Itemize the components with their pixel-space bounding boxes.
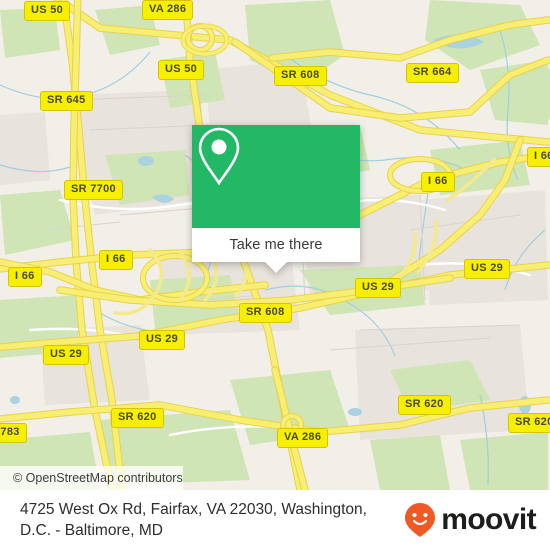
location-callout-card[interactable]: Take me there <box>192 125 360 273</box>
map-pin-icon <box>198 127 240 186</box>
road-shield: SR 645 <box>40 91 93 111</box>
map-attribution[interactable]: © OpenStreetMap contributors <box>0 466 183 490</box>
take-me-there-label: Take me there <box>229 237 323 253</box>
road-shield: I 66 <box>421 172 455 192</box>
road-shield: US 29 <box>355 278 402 298</box>
road-shield: SR 620 <box>398 395 451 415</box>
road-shield: SR 608 <box>239 303 292 323</box>
take-me-there-button[interactable]: Take me there <box>192 228 360 273</box>
callout-icon-panel <box>192 125 360 228</box>
smiley-pin-icon <box>405 503 436 537</box>
road-shield: 7783 <box>0 423 27 443</box>
map-canvas[interactable]: .park { fill:#cfe5b6; } .wood { fill:#c6… <box>0 0 550 490</box>
road-shield: US 50 <box>24 1 71 21</box>
road-shield: SR 620 <box>508 413 550 433</box>
attribution-text: © OpenStreetMap contributors <box>13 471 183 485</box>
road-shield: US 29 <box>43 345 90 365</box>
road-shield: US 29 <box>464 259 511 279</box>
address-text: 4725 West Ox Rd, Fairfax, VA 22030, Wash… <box>20 501 367 539</box>
map-screenshot: .park { fill:#cfe5b6; } .wood { fill:#c6… <box>0 0 550 550</box>
callout-pointer <box>265 262 287 273</box>
road-shield: US 50 <box>158 60 205 80</box>
moovit-logo[interactable]: moovit <box>403 502 550 538</box>
road-shield: I 66 <box>527 147 550 167</box>
road-shield: US 29 <box>139 330 186 350</box>
moovit-wordmark: moovit <box>441 503 536 536</box>
road-shield: VA 286 <box>277 428 329 448</box>
road-shield: SR 664 <box>406 63 459 83</box>
road-shield: SR 620 <box>111 408 164 428</box>
road-shield: VA 286 <box>142 0 194 20</box>
road-shield: I 66 <box>99 250 133 270</box>
footer-bar: 4725 West Ox Rd, Fairfax, VA 22030, Wash… <box>0 490 550 550</box>
road-shield: SR 608 <box>274 66 327 86</box>
road-shield: I 66 <box>8 267 42 287</box>
road-shield: SR 7700 <box>64 180 123 200</box>
